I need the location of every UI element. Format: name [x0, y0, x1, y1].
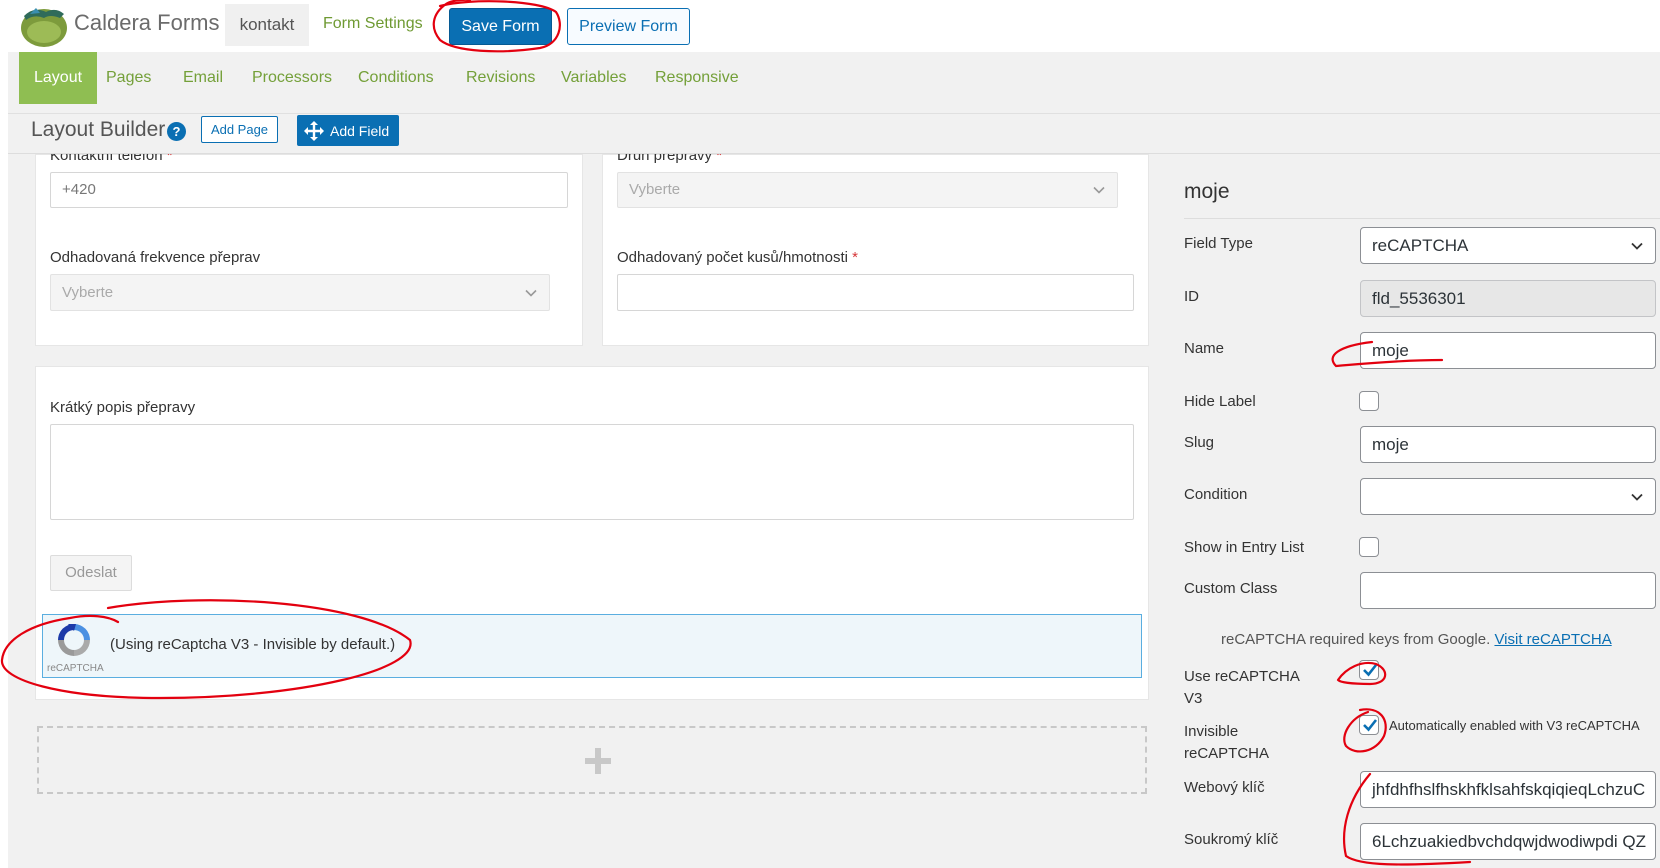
- condition-label: Condition: [1184, 486, 1248, 503]
- site-key-field[interactable]: jhfdhfhslfhskhfklsahfskqiqieqLchzuC: [1360, 771, 1656, 808]
- show-in-entry-checkbox[interactable]: [1359, 537, 1379, 557]
- field-type-label: Field Type: [1184, 235, 1253, 252]
- add-field-button[interactable]: Add Field: [297, 115, 399, 146]
- secret-key-field[interactable]: 6Lchzuakiedbvchdqwjdwodiwpdi QZ: [1360, 823, 1656, 860]
- hide-label-label: Hide Label: [1184, 393, 1256, 410]
- nav-tab-pages[interactable]: Pages: [106, 52, 151, 104]
- field-type-value: reCAPTCHA: [1372, 236, 1469, 255]
- phone-label: Kontaktní telefon: [50, 154, 163, 164]
- hide-label-checkbox[interactable]: [1359, 391, 1379, 411]
- invisible-note: Automatically enabled with V3 reCAPTCHA: [1389, 718, 1640, 733]
- phone-input[interactable]: +420: [50, 172, 568, 208]
- id-label: ID: [1184, 288, 1199, 305]
- frequency-value: Vyberte: [62, 284, 114, 301]
- nav-tab-processors[interactable]: Processors: [252, 52, 332, 104]
- chevron-down-icon: [1631, 242, 1643, 250]
- field-type-select[interactable]: reCAPTCHA: [1360, 227, 1656, 264]
- use-v3-label-line2: V3: [1184, 690, 1203, 707]
- nav-tab-variables[interactable]: Variables: [561, 52, 627, 104]
- invisible-label: Invisible: [1184, 723, 1239, 740]
- condition-select[interactable]: [1360, 478, 1656, 515]
- chevron-down-icon: [1093, 186, 1105, 194]
- recaptcha-keys-note: reCAPTCHA required keys from Google.: [1221, 631, 1491, 648]
- layout-builder-title: Layout Builder: [31, 118, 166, 141]
- transport-type-label: Druh přepravy: [617, 154, 713, 164]
- recaptcha-message: (Using reCaptcha V3 - Invisible by defau…: [110, 636, 396, 653]
- move-arrows-icon: [304, 121, 324, 141]
- nav-tab-layout[interactable]: Layout: [19, 52, 98, 104]
- use-v3-label: Use reCAPTCHA: [1184, 668, 1300, 685]
- nav-tab-conditions[interactable]: Conditions: [358, 52, 434, 104]
- frequency-label: Odhadovaná frekvence přeprav: [50, 249, 261, 266]
- visit-recaptcha-link[interactable]: Visit reCAPTCHA: [1494, 631, 1611, 648]
- chevron-down-icon: [525, 289, 537, 297]
- nav-tab-email[interactable]: Email: [183, 52, 223, 104]
- invisible-checkbox[interactable]: [1359, 715, 1379, 735]
- nav-tab-responsive[interactable]: Responsive: [655, 52, 739, 104]
- plus-icon[interactable]: [585, 748, 611, 774]
- preview-form-button[interactable]: Preview Form: [567, 8, 690, 45]
- id-field: fld_5536301: [1360, 280, 1656, 317]
- recaptcha-logo-text: reCAPTCHA: [47, 663, 104, 674]
- name-label: Name: [1184, 340, 1225, 357]
- form-name-tab[interactable]: kontakt: [225, 4, 309, 46]
- secret-key-label: Soukromý klíč: [1184, 831, 1279, 848]
- frequency-select[interactable]: Vyberte: [50, 274, 550, 311]
- save-form-button[interactable]: Save Form: [449, 8, 552, 45]
- submit-button[interactable]: Odeslat: [50, 555, 132, 591]
- editor-nav: Layout Pages Email Processors Conditions…: [8, 52, 1660, 114]
- name-field[interactable]: moje: [1360, 332, 1656, 369]
- transport-type-select[interactable]: Vyberte: [617, 172, 1118, 208]
- site-key-label: Webový klíč: [1184, 779, 1265, 796]
- description-label: Krátký popis přepravy: [50, 399, 196, 416]
- custom-class-label: Custom Class: [1184, 580, 1278, 597]
- divider: [1184, 218, 1660, 219]
- transport-type-value: Vyberte: [629, 181, 681, 198]
- pieces-label: Odhadovaný počet kusů/hmotnosti: [617, 249, 848, 266]
- checkmark-icon: [1363, 664, 1378, 677]
- form-settings-link[interactable]: Form Settings: [323, 15, 423, 33]
- field-settings-title: moje: [1184, 180, 1230, 203]
- add-page-button[interactable]: Add Page: [201, 116, 278, 143]
- show-in-entry-label: Show in Entry List: [1184, 539, 1305, 556]
- caldera-logo-icon: [21, 8, 67, 47]
- brand-name: Caldera Forms: [74, 10, 220, 35]
- slug-field[interactable]: moje: [1360, 426, 1656, 463]
- description-textarea[interactable]: [50, 424, 1134, 520]
- use-v3-checkbox[interactable]: [1359, 660, 1379, 680]
- slug-label: Slug: [1184, 434, 1215, 451]
- required-mark: *: [852, 249, 858, 266]
- chevron-down-icon: [1631, 493, 1643, 501]
- required-mark: *: [716, 154, 723, 164]
- custom-class-field[interactable]: [1360, 572, 1656, 609]
- add-field-label: Add Field: [330, 123, 390, 139]
- invisible-label-line2: reCAPTCHA: [1184, 745, 1270, 762]
- help-icon[interactable]: ?: [167, 122, 186, 141]
- checkmark-icon: [1363, 719, 1378, 732]
- nav-tab-revisions[interactable]: Revisions: [466, 52, 535, 104]
- required-mark: *: [166, 154, 173, 164]
- recaptcha-logo-icon: [58, 624, 90, 656]
- pieces-input[interactable]: [617, 274, 1134, 311]
